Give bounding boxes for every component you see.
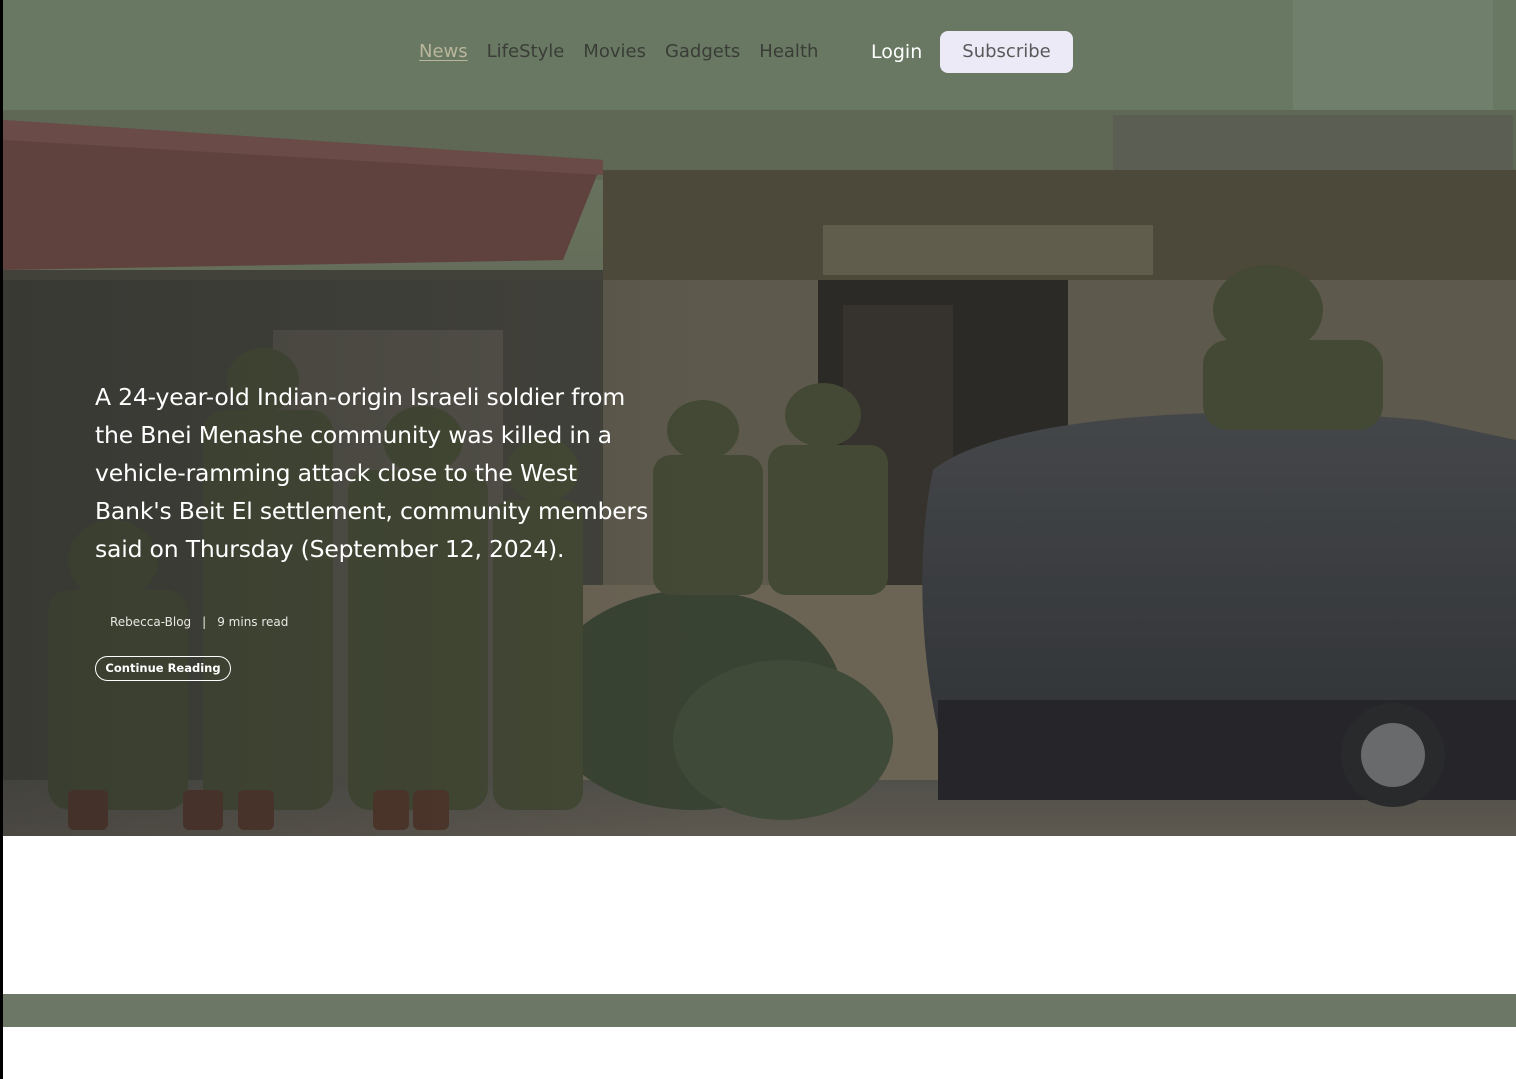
subscribe-button[interactable]: Subscribe <box>940 31 1073 73</box>
hero-headline: A 24-year-old Indian-origin Israeli sold… <box>95 383 649 563</box>
nav-item-gadgets[interactable]: Gadgets <box>665 38 740 66</box>
nav-item-movies[interactable]: Movies <box>583 38 646 66</box>
meta-separator: | <box>202 615 207 629</box>
nav-item-health[interactable]: Health <box>759 38 818 66</box>
continue-reading-button[interactable]: Continue Reading <box>95 656 231 681</box>
author-name[interactable]: Rebecca-Blog <box>110 613 191 631</box>
section-divider-band <box>3 994 1516 1027</box>
nav-item-news[interactable]: News <box>419 38 468 66</box>
article-meta: Rebecca-Blog | 9 mins read <box>110 613 288 631</box>
nav-menu: News LifeStyle Movies Gadgets Health <box>419 38 837 66</box>
read-time: 9 mins read <box>217 615 289 629</box>
top-navbar: News LifeStyle Movies Gadgets Health Log… <box>3 0 1516 110</box>
login-link[interactable]: Login <box>871 38 922 66</box>
page: News LifeStyle Movies Gadgets Health Log… <box>0 0 1516 1079</box>
nav-item-lifestyle[interactable]: LifeStyle <box>487 38 565 66</box>
hero-section: News LifeStyle Movies Gadgets Health Log… <box>3 0 1516 836</box>
